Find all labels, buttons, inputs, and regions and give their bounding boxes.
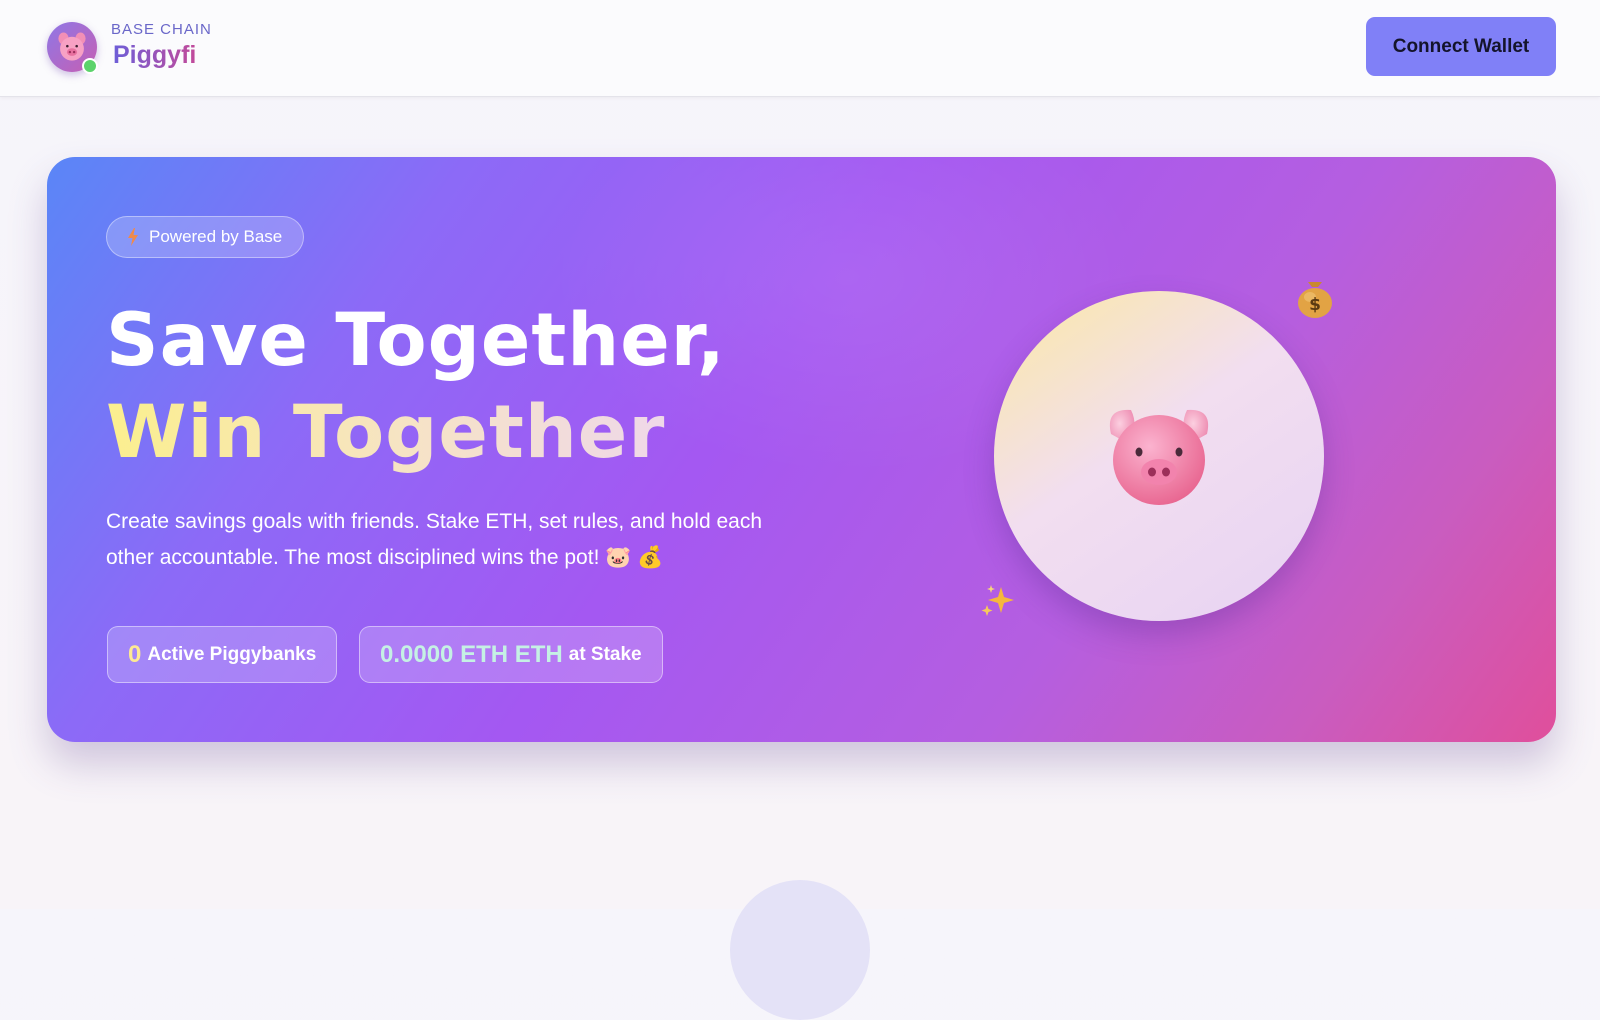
pig-illustration — [994, 291, 1324, 621]
hero-card: Powered by Base Save Together, Win Toget… — [47, 157, 1556, 742]
active-piggybanks-label: Active Piggybanks — [147, 643, 317, 665]
active-piggybanks-count: 0 — [128, 640, 142, 668]
badge-label: Powered by Base — [149, 227, 283, 246]
hero-description: Create savings goals with friends. Stake… — [106, 510, 763, 569]
connect-wallet-button[interactable]: Connect Wallet — [1366, 17, 1556, 76]
eth-at-stake-stat: 0.0000 ETH ETH at Stake — [359, 626, 663, 683]
eth-at-stake-value: 0.0000 ETH ETH — [380, 640, 563, 668]
sparkles-icon — [979, 581, 1019, 626]
headline-line-1: Save Together, — [106, 298, 726, 383]
top-navbar: BASE CHAIN Piggyfi Connect Wallet — [0, 0, 1600, 97]
pig-face-icon — [1109, 409, 1209, 505]
eth-at-stake-label: at Stake — [568, 643, 642, 665]
network-label: BASE CHAIN — [111, 21, 212, 38]
headline-line-2: Win Together — [106, 387, 665, 479]
decorative-circle — [730, 880, 870, 1020]
brand-name[interactable]: Piggyfi — [113, 41, 196, 70]
money-bag-icon: $ — [1294, 272, 1336, 323]
active-piggybanks-stat: 0 Active Piggybanks — [107, 626, 338, 683]
powered-by-badge: Powered by Base — [106, 216, 305, 258]
online-status-dot-icon — [82, 58, 98, 74]
svg-text:$: $ — [1309, 295, 1321, 315]
brand-logo[interactable] — [47, 22, 98, 74]
lightning-icon — [128, 228, 138, 246]
hero-headline: Save Together, Win Together — [106, 295, 726, 479]
